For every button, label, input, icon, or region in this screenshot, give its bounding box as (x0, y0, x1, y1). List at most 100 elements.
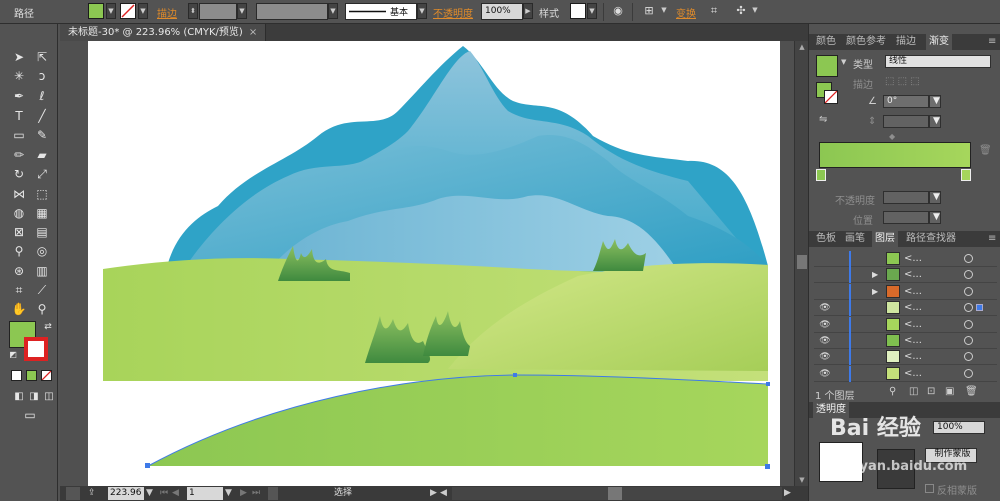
align-grid-icon[interactable]: ⊞ (640, 3, 658, 20)
aspect-dropdown[interactable]: ▼ (929, 115, 941, 128)
artboard-nav-icon[interactable] (66, 487, 80, 500)
new-sublayer-icon[interactable]: ⊡ (927, 386, 935, 397)
next-page-icon[interactable]: ▶ (240, 487, 250, 500)
symbol-sprayer-icon[interactable]: ⊛ (9, 262, 29, 280)
tab-color-guide[interactable]: 颜色参考 (843, 34, 889, 50)
target-circle-icon[interactable] (964, 270, 973, 280)
invert-mask-checkbox[interactable] (925, 484, 934, 493)
lasso-icon[interactable]: ↄ (32, 67, 52, 85)
locate-object-icon[interactable]: ⚲ (889, 386, 896, 397)
artboard-tool-icon[interactable]: ⌗ (9, 281, 29, 299)
gradient-thumbnail[interactable] (816, 55, 838, 77)
stop-opacity-dropdown[interactable]: ▼ (929, 191, 941, 204)
stroke-color-box[interactable] (24, 337, 48, 361)
color-mode-icon[interactable] (11, 370, 22, 381)
stroke-weight-dropdown[interactable]: ▼ (237, 3, 247, 19)
tab-gradient[interactable]: 渐变 (926, 34, 952, 50)
close-icon[interactable]: × (249, 27, 257, 38)
default-colors-icon[interactable]: ◩ (3, 346, 23, 364)
stroke-dropdown[interactable]: ▼ (138, 3, 148, 19)
visibility-eye-icon[interactable] (818, 285, 832, 299)
draw-inside-icon[interactable]: ◫ (39, 388, 59, 406)
recolor-icon[interactable]: ◉ (609, 3, 627, 20)
layer-name[interactable]: <... (904, 366, 922, 382)
layer-row[interactable]: 👁 <... (814, 349, 997, 366)
angle-dropdown[interactable]: ▼ (929, 95, 941, 108)
zoom-tool-icon[interactable]: ⚲ (32, 300, 52, 318)
slice-tool-icon[interactable]: ⟋ (32, 281, 52, 299)
pencil-tool-icon[interactable]: ✏ (9, 146, 29, 164)
scroll-left-icon[interactable]: ◀ (440, 487, 450, 500)
direct-selection-tool-icon[interactable]: ⇱ (32, 48, 52, 66)
gradient-tool-icon[interactable]: ▤ (32, 223, 52, 241)
page-dropdown[interactable]: ▼ (225, 487, 235, 500)
perspective-grid-icon[interactable]: ▦ (32, 204, 52, 222)
visibility-eye-icon[interactable]: 👁 (818, 350, 832, 364)
zoom-field[interactable]: 223.96 (108, 487, 144, 500)
delete-layer-icon[interactable]: 🗑 (965, 386, 978, 397)
pen-tool-icon[interactable]: ✒ (9, 87, 29, 105)
target-circle-icon[interactable] (964, 336, 973, 345)
stroke-label[interactable]: 描边 (157, 5, 177, 22)
expand-triangle-icon[interactable]: ▶ (872, 267, 878, 283)
profile-dropdown[interactable]: ▼ (328, 3, 338, 19)
brush-definition[interactable]: 基本 (345, 3, 417, 20)
canvas-workspace[interactable] (60, 41, 794, 486)
stroke-weight-stepper[interactable]: ⬍ (188, 3, 198, 19)
new-layer-icon[interactable]: ▣ (945, 386, 954, 397)
location-dropdown[interactable]: ▼ (929, 211, 941, 224)
eraser-icon[interactable]: ▰ (32, 146, 52, 164)
gradient-stop-start[interactable] (816, 169, 826, 181)
panel-menu-icon[interactable]: ≡ (985, 34, 999, 50)
opacity-label[interactable]: 不透明度 (433, 5, 473, 22)
gradient-type-select[interactable]: 线性 (885, 55, 991, 68)
gradient-slider[interactable] (819, 142, 971, 168)
tab-color[interactable]: 颜色 (813, 34, 839, 50)
tab-swatches[interactable]: 色板 (813, 231, 839, 247)
target-circle-icon[interactable] (964, 319, 973, 329)
scale-tool-icon[interactable]: ⤢ (32, 165, 52, 183)
layer-row[interactable]: 👁 <... (814, 333, 997, 349)
hand-tool-icon[interactable]: ✋ (9, 300, 29, 318)
swap-colors-icon[interactable]: ⇄ (38, 318, 58, 336)
visibility-eye-icon[interactable]: 👁 (818, 367, 832, 381)
visibility-eye-icon[interactable]: 👁 (818, 334, 832, 348)
tab-layers[interactable]: 图层 (872, 231, 898, 247)
transform-options-dropdown[interactable]: ▼ (750, 3, 760, 19)
stop-opacity-field[interactable] (883, 191, 929, 204)
curvature-tool-icon[interactable]: ℓ (32, 87, 52, 105)
free-transform-icon[interactable]: ⬚ (32, 185, 52, 203)
width-tool-icon[interactable]: ⋈ (9, 185, 29, 203)
opacity-field[interactable]: 100% (481, 3, 523, 20)
scroll-thumb[interactable] (797, 255, 807, 269)
layer-name[interactable]: <... (904, 284, 922, 300)
transform-link[interactable]: 变换 (676, 5, 696, 22)
graphic-style-swatch[interactable] (570, 3, 586, 19)
column-graph-icon[interactable]: ▥ (32, 262, 52, 280)
layer-name[interactable]: <... (904, 333, 922, 349)
isolate-icon[interactable]: ⌗ (705, 3, 723, 20)
visibility-eye-icon[interactable] (818, 252, 832, 266)
eyedropper-icon[interactable]: ⚲ (9, 242, 29, 260)
visibility-eye-icon[interactable]: 👁 (818, 318, 832, 332)
thumbnail-dropdown[interactable]: ▼ (841, 58, 846, 66)
variable-width-profile[interactable] (256, 3, 328, 20)
artboard[interactable] (88, 41, 780, 486)
stroke-mini-box[interactable] (824, 90, 838, 104)
zoom-dropdown[interactable]: ▼ (146, 487, 156, 500)
type-tool-icon[interactable]: T (9, 107, 29, 125)
tab-brushes[interactable]: 画笔 (842, 231, 868, 247)
target-circle-icon[interactable] (964, 254, 973, 263)
layer-row[interactable]: ▶ <... (814, 267, 997, 284)
panel-menu-icon[interactable]: ≡ (985, 231, 999, 247)
midpoint-diamond-icon[interactable]: ◆ (889, 132, 895, 141)
document-tab[interactable]: 未标题-30* @ 223.96% (CMYK/预览) × (60, 24, 267, 41)
target-circle-icon[interactable] (964, 286, 973, 296)
layer-name[interactable]: <... (904, 267, 922, 283)
visibility-eye-icon[interactable]: 👁 (818, 301, 832, 315)
screen-mode-icon[interactable]: ▭ (20, 406, 40, 424)
scroll-down-icon[interactable]: ▼ (795, 474, 809, 486)
brush-dropdown[interactable]: ▼ (417, 3, 427, 19)
layer-name[interactable]: <... (904, 251, 922, 267)
reverse-gradient-icon[interactable]: ⇋ (819, 114, 827, 125)
